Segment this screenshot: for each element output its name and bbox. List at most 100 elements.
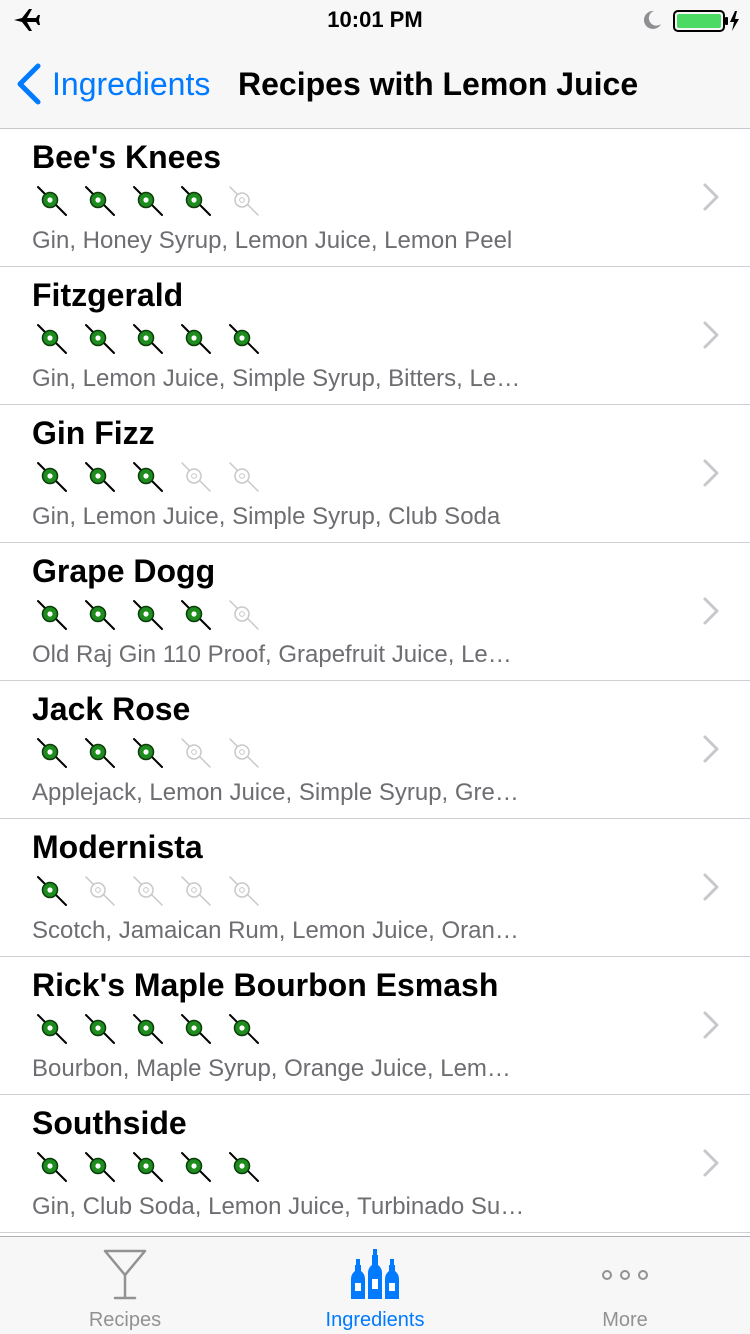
recipe-row-content: Grape Dogg Old Raj Gin 110 Proof, Grapef… [32, 543, 690, 680]
recipe-name: Jack Rose [32, 691, 191, 727]
recipe-name: Bee's Knees [32, 139, 222, 175]
recipe-row[interactable]: Jack Rose Applejack, Lemon Juice, Simple… [0, 681, 750, 819]
disclosure-chevron-icon [703, 1149, 719, 1177]
olive-rating-filled-icon [85, 186, 115, 216]
recipe-name: Grape Dogg [32, 553, 216, 589]
recipe-ingredients: Scotch, Jamaican Rum, Lemon Juice, Oran… [32, 917, 519, 944]
olive-rating-filled-icon [133, 738, 163, 768]
recipe-rating [32, 735, 272, 771]
olive-rating-filled-icon [133, 462, 163, 492]
recipe-rating [32, 873, 272, 909]
recipe-row[interactable]: Gin Fizz Gin, Lemon Juice, Simple Syrup,… [0, 405, 750, 543]
olive-rating-filled-icon [181, 1014, 211, 1044]
recipe-rating [32, 1149, 272, 1185]
recipe-ingredients: Gin, Lemon Juice, Simple Syrup, Club Sod… [32, 503, 501, 530]
recipe-list: Bee's Knees Gin, Honey Syrup, Lemon Juic… [0, 129, 750, 1233]
do-not-disturb-icon [643, 10, 661, 29]
recipe-row[interactable]: Southside Gin, Club Soda, Lemon Juice, T… [0, 1095, 750, 1233]
recipe-row-content: Rick's Maple Bourbon Esmash Bourbon, Map… [32, 957, 690, 1094]
battery-charging-icon [673, 10, 739, 32]
back-button[interactable]: Ingredients [14, 62, 210, 106]
recipe-row[interactable]: Fitzgerald Gin, Lemon Juice, Simple Syru… [0, 267, 750, 405]
olive-rating-filled-icon [229, 1152, 259, 1182]
recipe-rating [32, 183, 272, 219]
recipe-row[interactable]: Rick's Maple Bourbon Esmash Bourbon, Map… [0, 957, 750, 1095]
recipe-row-content: Gin Fizz Gin, Lemon Juice, Simple Syrup,… [32, 405, 690, 542]
olive-rating-filled-icon [181, 600, 211, 630]
olive-rating-filled-icon [85, 324, 115, 354]
recipe-row-content: Bee's Knees Gin, Honey Syrup, Lemon Juic… [32, 129, 690, 266]
recipe-rating [32, 321, 272, 357]
olive-rating-empty-icon [133, 876, 163, 906]
recipe-rating [32, 1011, 272, 1047]
more-dots-icon [602, 1270, 648, 1280]
olive-rating-empty-icon [181, 876, 211, 906]
recipe-name: Gin Fizz [32, 415, 155, 451]
recipe-row[interactable]: Bee's Knees Gin, Honey Syrup, Lemon Juic… [0, 129, 750, 267]
recipe-row[interactable]: Modernista Scotch, Jamaican Rum, Lemon J… [0, 819, 750, 957]
olive-rating-empty-icon [229, 600, 259, 630]
olive-rating-filled-icon [133, 186, 163, 216]
recipe-row-content: Southside Gin, Club Soda, Lemon Juice, T… [32, 1095, 690, 1232]
olive-rating-filled-icon [37, 324, 67, 354]
olive-rating-empty-icon [85, 876, 115, 906]
disclosure-chevron-icon [703, 597, 719, 625]
olive-rating-filled-icon [181, 186, 211, 216]
disclosure-chevron-icon [703, 873, 719, 901]
martini-glass-icon [103, 1249, 147, 1300]
olive-rating-filled-icon [37, 1152, 67, 1182]
olive-rating-filled-icon [37, 1014, 67, 1044]
olive-rating-filled-icon [229, 1014, 259, 1044]
recipe-ingredients: Old Raj Gin 110 Proof, Grapefruit Juice,… [32, 641, 512, 668]
recipe-row-content: Modernista Scotch, Jamaican Rum, Lemon J… [32, 819, 690, 956]
olive-rating-filled-icon [37, 462, 67, 492]
olive-rating-filled-icon [181, 324, 211, 354]
olive-rating-filled-icon [181, 1152, 211, 1182]
olive-rating-filled-icon [229, 324, 259, 354]
olive-rating-filled-icon [37, 876, 67, 906]
recipe-row[interactable]: Grape Dogg Old Raj Gin 110 Proof, Grapef… [0, 543, 750, 681]
olive-rating-filled-icon [133, 1152, 163, 1182]
recipe-name: Fitzgerald [32, 277, 184, 313]
recipe-ingredients: Gin, Club Soda, Lemon Juice, Turbinado S… [32, 1193, 525, 1220]
olive-rating-filled-icon [85, 462, 115, 492]
recipe-row-content: Fitzgerald Gin, Lemon Juice, Simple Syru… [32, 267, 690, 404]
disclosure-chevron-icon [703, 321, 719, 349]
recipe-ingredients: Applejack, Lemon Juice, Simple Syrup, Gr… [32, 779, 519, 806]
disclosure-chevron-icon [703, 1011, 719, 1039]
disclosure-chevron-icon [703, 183, 719, 211]
olive-rating-empty-icon [181, 462, 211, 492]
olive-rating-filled-icon [37, 600, 67, 630]
olive-rating-filled-icon [133, 600, 163, 630]
status-bar: 10:01 PM [0, 0, 750, 40]
navigation-bar: 10:01 PM Ingredients Recipes with Lemon … [0, 0, 750, 129]
olive-rating-filled-icon [85, 738, 115, 768]
tab-label: More [602, 1309, 648, 1331]
disclosure-chevron-icon [703, 459, 719, 487]
recipe-name: Rick's Maple Bourbon Esmash [32, 967, 499, 1003]
tab-label: Recipes [88, 1309, 162, 1331]
recipe-ingredients: Bourbon, Maple Syrup, Orange Juice, Lem… [32, 1055, 511, 1082]
tab-ingredients[interactable]: Ingredients [250, 1237, 500, 1334]
tab-bar: Recipes Ingredients More [0, 1236, 750, 1334]
recipe-name: Southside [32, 1105, 187, 1141]
olive-rating-filled-icon [37, 186, 67, 216]
tab-recipes[interactable]: Recipes [0, 1237, 250, 1334]
olive-rating-filled-icon [85, 1014, 115, 1044]
status-time: 10:01 PM [327, 7, 423, 32]
recipe-row-content: Jack Rose Applejack, Lemon Juice, Simple… [32, 681, 690, 818]
olive-rating-empty-icon [229, 462, 259, 492]
page-title: Recipes with Lemon Juice [238, 66, 639, 102]
nav-content: Ingredients Recipes with Lemon Juice [0, 40, 750, 129]
recipe-ingredients: Gin, Honey Syrup, Lemon Juice, Lemon Pee… [32, 227, 513, 254]
recipe-name: Modernista [32, 829, 203, 865]
tab-more[interactable]: More [500, 1237, 750, 1334]
olive-rating-filled-icon [133, 324, 163, 354]
back-chevron-icon [17, 63, 41, 105]
olive-rating-empty-icon [229, 876, 259, 906]
olive-rating-empty-icon [229, 738, 259, 768]
recipe-rating [32, 597, 272, 633]
back-button-label: Ingredients [52, 65, 211, 102]
olive-rating-filled-icon [37, 738, 67, 768]
olive-rating-empty-icon [181, 738, 211, 768]
